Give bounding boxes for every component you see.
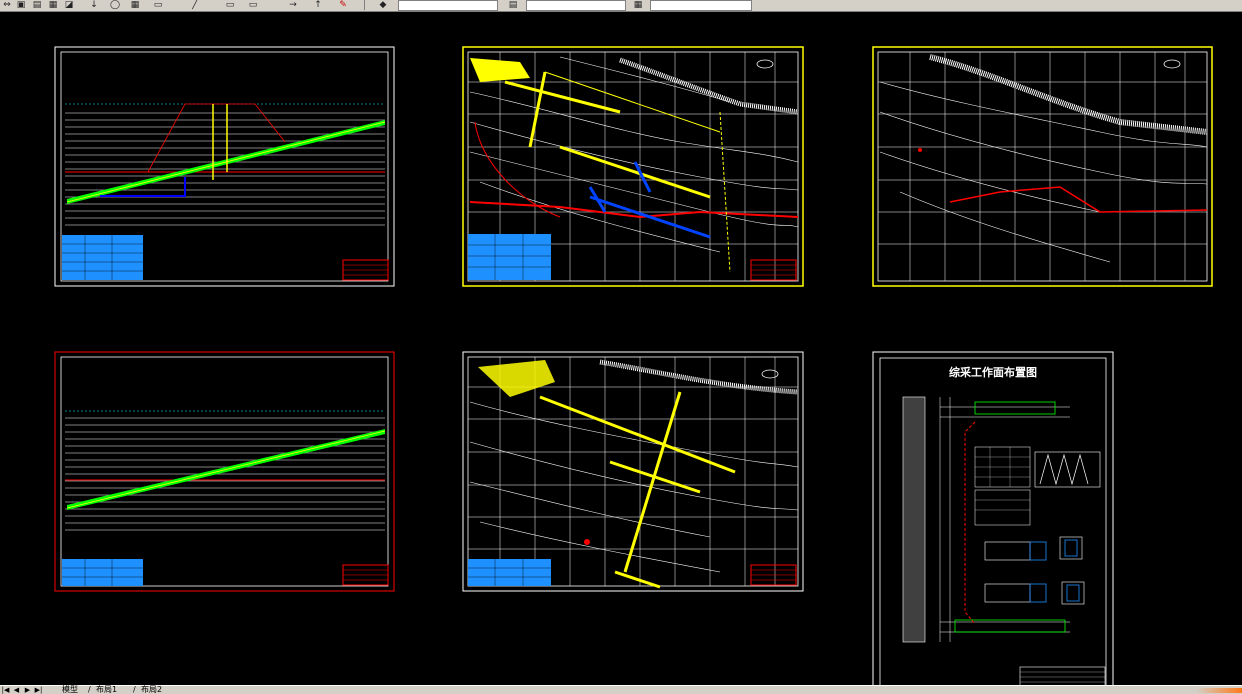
line-icon[interactable]: ╱ (190, 0, 200, 10)
properties-icon[interactable]: ▤ (32, 0, 42, 10)
style-select[interactable] (526, 0, 626, 11)
sheet-plan-3[interactable] (462, 351, 804, 592)
legend-table (62, 235, 143, 280)
model-space: 综采工作面布置图 (54, 46, 1213, 693)
arrow-down-icon[interactable]: ↓ (89, 0, 99, 10)
taskbar-accent (1196, 688, 1242, 693)
layer-icon[interactable]: ◪ (64, 0, 74, 10)
grid-icon[interactable]: ▦ (130, 0, 140, 10)
sheet-plan-1[interactable] (462, 46, 804, 287)
arrow-right-icon[interactable]: → (288, 0, 298, 10)
north-arrow-icon (756, 59, 774, 69)
toolbar: ⇔ ▣ ▤ ▦ ◪ ↓ ◯ ▦ ▭ ╱ ▭ ▭ → ↑ ✎ ◆ ▤ ▦ (0, 0, 1242, 12)
roadway-blue (588, 161, 711, 239)
toolbar-separator (364, 0, 365, 10)
window-icon[interactable]: ▭ (153, 0, 163, 10)
sheet-profile-1[interactable] (54, 46, 395, 287)
dimension-icon[interactable]: ▭ (225, 0, 235, 10)
sheet-profile-2[interactable] (54, 351, 395, 592)
match-icon[interactable]: ▦ (48, 0, 58, 10)
circle-icon[interactable]: ◯ (110, 0, 120, 10)
paint-icon[interactable]: ✎ (338, 0, 348, 10)
layer-select[interactable] (398, 0, 498, 11)
table-icon[interactable]: ▦ (633, 0, 643, 10)
dimension2-icon[interactable]: ▭ (248, 0, 258, 10)
pan-icon[interactable]: ⇔ (2, 0, 12, 10)
arrow-up-icon[interactable]: ↑ (313, 0, 323, 10)
drawing-canvas[interactable]: 综采工作面布置图 (0, 12, 1242, 693)
layout-title: 综采工作面布置图 (949, 365, 1037, 379)
sheet-layout[interactable]: 综采工作面布置图 (872, 351, 1114, 693)
layer-manager-icon[interactable]: ◆ (378, 0, 388, 10)
copy-icon[interactable]: ▣ (16, 0, 26, 10)
table-select[interactable] (650, 0, 752, 11)
style-icon[interactable]: ▤ (508, 0, 518, 10)
goaf-area (470, 58, 530, 82)
sheet-plan-2[interactable] (872, 46, 1213, 287)
